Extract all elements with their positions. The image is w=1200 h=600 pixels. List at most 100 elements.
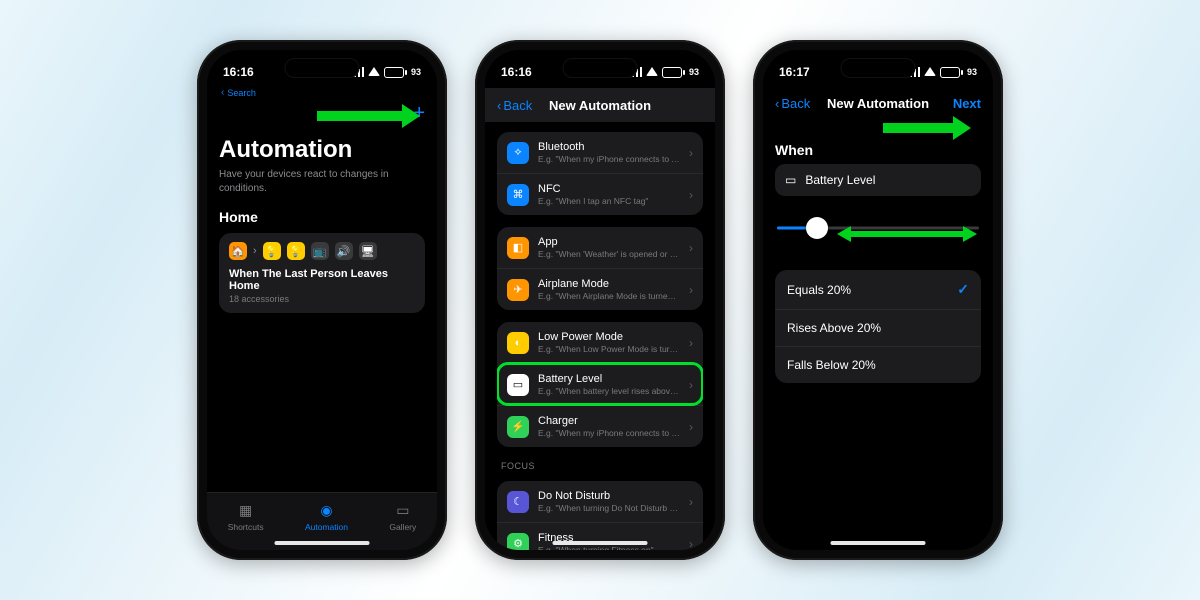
condition-options: Equals 20% ✓ Rises Above 20% Falls Below 20… — [775, 270, 981, 383]
page-subtitle: Have your devices react to changes in co… — [219, 168, 425, 195]
charger-icon: ⚡ — [507, 416, 529, 438]
dynamic-island — [563, 58, 638, 78]
trigger-row-airplane[interactable]: ✈ Airplane ModeE.g. "When Airplane Mode i… — [497, 268, 703, 310]
trigger-row-bluetooth[interactable]: ⟡BluetoothE.g. "When my iPhone connects … — [497, 132, 703, 173]
chevron-right-icon: › — [689, 188, 693, 202]
back-button[interactable]: ‹ Back — [497, 98, 532, 113]
trigger-title: Low Power Mode — [538, 331, 680, 343]
screen: 16:16 93 ‹ Back New Automation ⟡Bluetoot… — [485, 50, 715, 550]
trigger-list[interactable]: ⟡BluetoothE.g. "When my iPhone connects … — [485, 122, 715, 550]
wifi-icon — [924, 67, 936, 76]
battery-percent: 93 — [689, 67, 699, 77]
home-indicator[interactable] — [275, 541, 370, 545]
when-condition-row[interactable]: ▭ Battery Level — [775, 164, 981, 196]
breadcrumb-back[interactable]: ‹ Search — [207, 84, 437, 98]
home-indicator[interactable] — [831, 541, 926, 545]
nav-title: New Automation — [827, 96, 929, 111]
condition-option[interactable]: Equals 20% ✓ — [775, 270, 981, 309]
tab-label: Shortcuts — [228, 522, 264, 532]
trigger-row-fitness[interactable]: ⚙FitnessE.g. "When turning Fitness on"› — [497, 522, 703, 550]
nav-title: New Automation — [549, 98, 651, 113]
home-indicator[interactable] — [553, 541, 648, 545]
trigger-title: App — [538, 236, 680, 248]
group-header: FOCUS — [501, 461, 699, 471]
nav-bar: ‹ Back New Automation — [485, 88, 715, 122]
condition-option[interactable]: Falls Below 20% — [775, 346, 981, 383]
condition-option[interactable]: Rises Above 20% — [775, 309, 981, 346]
nav-bar: + — [207, 98, 437, 128]
option-label: Rises Above 20% — [787, 321, 881, 335]
trigger-row-lowpower[interactable]: ◐Low Power ModeE.g. "When Low Power Mode… — [497, 322, 703, 363]
status-time: 16:17 — [779, 65, 810, 79]
status-time: 16:16 — [501, 65, 532, 79]
trigger-title: NFC — [538, 183, 680, 195]
slider-knob[interactable] — [806, 217, 828, 239]
fitness-icon: ⚙ — [507, 533, 529, 551]
dynamic-island — [841, 58, 916, 78]
battery-icon — [384, 67, 407, 78]
accessory-icons: 🏠 › 💡 💡 📺 🔊 🖥 — [229, 242, 415, 260]
screen: 16:16 93 ‹ Search + Automation Have your… — [207, 50, 437, 550]
phone-mockup-3: 16:17 93 ‹ Back New Automation Next When… — [753, 40, 1003, 560]
gallery-icon: ▭ — [393, 502, 413, 520]
trigger-row-charger[interactable]: ⚡ChargerE.g. "When my iPhone connects to… — [497, 405, 703, 447]
main-content: Automation Have your devices react to ch… — [207, 128, 437, 313]
trigger-row-nfc[interactable]: ⌘NFCE.g. "When I tap an NFC tag"› — [497, 173, 703, 215]
chevron-right-icon: › — [689, 283, 693, 297]
phone-mockup-2: 16:16 93 ‹ Back New Automation ⟡Bluetoot… — [475, 40, 725, 560]
trigger-title: Airplane Mode — [538, 278, 680, 290]
tab-gallery[interactable]: ▭ Gallery — [389, 502, 416, 532]
airplane-icon: ✈ — [507, 279, 529, 301]
chevron-right-icon: › — [689, 146, 693, 160]
trigger-title: Charger — [538, 415, 680, 427]
main-content: When ▭ Battery Level Equals 20%✓Rises Ab… — [763, 118, 993, 383]
next-button[interactable]: Next — [953, 96, 981, 111]
when-condition-label: Battery Level — [805, 173, 875, 187]
back-label: Back — [503, 98, 532, 113]
battery-icon — [940, 67, 963, 78]
back-button[interactable]: ‹ Back — [775, 96, 810, 111]
tab-label: Gallery — [389, 522, 416, 532]
chevron-left-icon: ‹ — [497, 98, 501, 113]
trigger-desc: E.g. "When my iPhone connects to AirPods… — [538, 154, 680, 164]
tab-automation[interactable]: ◉ Automation — [305, 502, 348, 532]
chevron-right-icon: › — [689, 495, 693, 509]
breadcrumb-label: Search — [227, 88, 256, 98]
trigger-desc: E.g. "When turning Fitness on" — [538, 545, 680, 550]
shortcuts-icon: ▦ — [236, 502, 256, 520]
wifi-icon — [368, 67, 380, 76]
back-label: Back — [781, 96, 810, 111]
trigger-desc: E.g. "When battery level rises above 50%… — [538, 386, 680, 396]
trigger-row-dnd[interactable]: ☾ Do Not DisturbE.g. "When turning Do Not… — [497, 481, 703, 522]
trigger-title: Do Not Disturb — [538, 490, 680, 502]
checkmark-icon: ✓ — [957, 281, 969, 298]
option-label: Falls Below 20% — [787, 358, 876, 372]
automation-card-title: When The Last Person Leaves Home — [229, 268, 415, 292]
section-header-home: Home — [219, 209, 425, 225]
trigger-desc: E.g. "When Airplane Mode is turned on" — [538, 291, 680, 301]
battery-icon: ▭ — [507, 374, 529, 396]
dnd-icon: ☾ — [507, 491, 529, 513]
trigger-desc: E.g. "When 'Weather' is opened or closed… — [538, 249, 680, 259]
trigger-row-battery[interactable]: ▭Battery LevelE.g. "When battery level r… — [497, 363, 703, 405]
trigger-row-app[interactable]: ◧AppE.g. "When 'Weather' is opened or cl… — [497, 227, 703, 268]
tab-label: Automation — [305, 522, 348, 532]
home-automation-card[interactable]: 🏠 › 💡 💡 📺 🔊 🖥 When The Last Person Leave… — [219, 233, 425, 313]
trigger-group: ☾ Do Not DisturbE.g. "When turning Do Not… — [497, 481, 703, 550]
tab-shortcuts[interactable]: ▦ Shortcuts — [228, 502, 264, 532]
add-button[interactable]: + — [413, 103, 425, 123]
nfc-icon: ⌘ — [507, 184, 529, 206]
chevron-right-icon: › — [689, 336, 693, 350]
dynamic-island — [285, 58, 360, 78]
status-time: 16:16 — [223, 65, 254, 79]
battery-level-slider[interactable] — [777, 214, 979, 242]
trigger-desc: E.g. "When turning Do Not Disturb on" — [538, 503, 680, 513]
chevron-right-icon: › — [689, 378, 693, 392]
nav-bar: ‹ Back New Automation Next — [763, 88, 993, 118]
chevron-right-icon: › — [689, 537, 693, 551]
chevron-right-icon: › — [689, 420, 693, 434]
chevron-left-icon: ‹ — [221, 87, 224, 98]
option-label: Equals 20% — [787, 283, 851, 297]
trigger-desc: E.g. "When Low Power Mode is turned off" — [538, 344, 680, 354]
trigger-group: ◧AppE.g. "When 'Weather' is opened or cl… — [497, 227, 703, 310]
